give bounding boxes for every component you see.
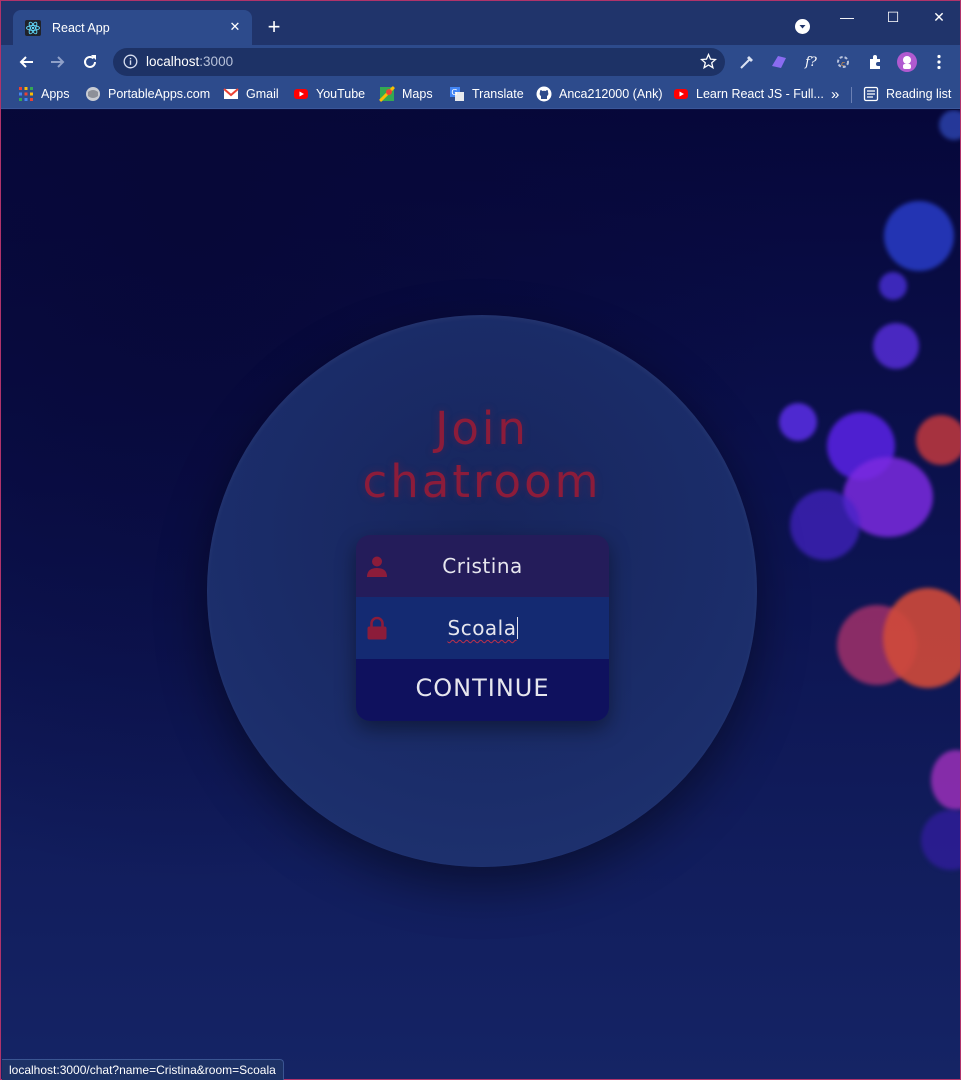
back-arrow-icon[interactable]: [15, 51, 37, 73]
extensions-puzzle-icon[interactable]: [864, 51, 886, 73]
name-input-value: Cristina: [442, 554, 523, 578]
bokeh-decoration: [873, 323, 919, 369]
gradient-extension-icon[interactable]: [768, 51, 790, 73]
youtube-icon: [674, 89, 688, 99]
join-form: Cristina Scoala CONTINUE: [356, 535, 609, 721]
bookmark-maps[interactable]: Maps: [379, 79, 433, 109]
bookmark-label: PortableApps.com: [108, 87, 211, 101]
profile-avatar[interactable]: [896, 51, 918, 73]
github-icon: [536, 86, 552, 102]
site-info-icon[interactable]: [123, 54, 138, 69]
page-title: Join chatroom: [282, 402, 682, 508]
bookmark-github[interactable]: Anca212000 (Ank): [536, 79, 663, 109]
minimize-icon[interactable]: —: [836, 7, 858, 27]
bokeh-decoration: [879, 272, 907, 300]
maximize-icon[interactable]: ☐: [882, 7, 904, 27]
bookmark-label: Anca212000 (Ank): [559, 87, 663, 101]
status-bar-url: localhost:3000/chat?name=Cristina&room=S…: [2, 1059, 284, 1080]
reading-list-icon: [863, 86, 879, 102]
bookmark-label: Gmail: [246, 87, 279, 101]
bookmark-learn-react[interactable]: Learn React JS - Full...: [673, 79, 824, 109]
bookmark-label: Translate: [472, 87, 524, 101]
title-line-1: Join: [435, 402, 529, 455]
bookmark-youtube[interactable]: YouTube: [293, 79, 365, 109]
address-bar[interactable]: localhost:3000: [113, 48, 725, 76]
bookmark-label: Maps: [402, 87, 433, 101]
bookmark-star-icon[interactable]: [700, 53, 717, 70]
color-picker-extension-icon[interactable]: [736, 51, 758, 73]
bokeh-decoration: [939, 110, 960, 140]
bokeh-decoration: [931, 750, 960, 810]
bokeh-decoration: [921, 810, 960, 870]
bokeh-decoration: [790, 490, 860, 560]
room-input[interactable]: Scoala: [356, 597, 609, 659]
url-text: localhost:3000: [146, 54, 233, 69]
browser-menu-icon[interactable]: [928, 51, 950, 73]
bookmarks-bar: Apps PortableApps.com Gmail YouTube Maps…: [1, 79, 960, 109]
browser-toolbar: localhost:3000 f? c: [1, 45, 960, 79]
title-line-2: chatroom: [362, 455, 602, 508]
room-input-value: Scoala: [356, 616, 609, 640]
portableapps-icon: [86, 87, 100, 101]
settings-extension-icon[interactable]: c: [832, 51, 854, 73]
bookmark-apps[interactable]: Apps: [18, 79, 70, 109]
new-tab-button[interactable]: +: [263, 16, 285, 38]
font-extension-icon[interactable]: f?: [800, 51, 822, 73]
tab-search-icon[interactable]: [795, 19, 810, 34]
bookmark-portableapps[interactable]: PortableApps.com: [85, 79, 210, 109]
bookmark-translate[interactable]: G Translate: [449, 79, 524, 109]
react-logo-icon: [25, 19, 41, 36]
bookmarks-overflow-button[interactable]: »: [831, 79, 839, 109]
bokeh-decoration: [884, 201, 954, 271]
svg-text:G: G: [451, 88, 457, 97]
chevron-double-right-icon: »: [831, 85, 840, 103]
bokeh-decoration: [779, 403, 817, 441]
forward-arrow-icon[interactable]: [47, 51, 69, 73]
reading-list-label: Reading list: [886, 87, 952, 101]
name-input[interactable]: Cristina: [356, 535, 609, 597]
bokeh-decoration: [916, 415, 960, 465]
reading-list-button[interactable]: Reading list: [863, 79, 951, 109]
bookmark-label: Learn React JS - Full...: [696, 87, 824, 101]
bookmarks-divider: [851, 87, 852, 103]
text-caret: [516, 617, 518, 639]
apps-grid-icon: [19, 87, 33, 101]
bookmark-label: Apps: [41, 87, 70, 101]
continue-button[interactable]: CONTINUE: [356, 659, 609, 721]
bookmark-label: YouTube: [316, 87, 366, 101]
tab-title: React App: [52, 20, 110, 35]
translate-icon: G: [450, 87, 464, 101]
maps-icon: [379, 86, 395, 102]
gmail-icon: [223, 88, 239, 99]
browser-titlebar: React App ✕ + — ☐ ✕: [1, 1, 960, 45]
close-window-icon[interactable]: ✕: [928, 7, 950, 27]
browser-tab-react-app[interactable]: React App ✕: [13, 10, 252, 45]
reload-icon[interactable]: [79, 51, 101, 73]
svg-text:c: c: [841, 60, 845, 68]
page-background: Join chatroom Cristina Scoala CONTINUE: [1, 110, 960, 1079]
room-input-text: Scoala: [447, 616, 517, 640]
bookmark-gmail[interactable]: Gmail: [223, 79, 279, 109]
url-port: :3000: [199, 54, 234, 69]
close-tab-icon[interactable]: ✕: [222, 15, 248, 41]
youtube-icon: [294, 89, 308, 99]
url-host: localhost: [146, 54, 200, 69]
